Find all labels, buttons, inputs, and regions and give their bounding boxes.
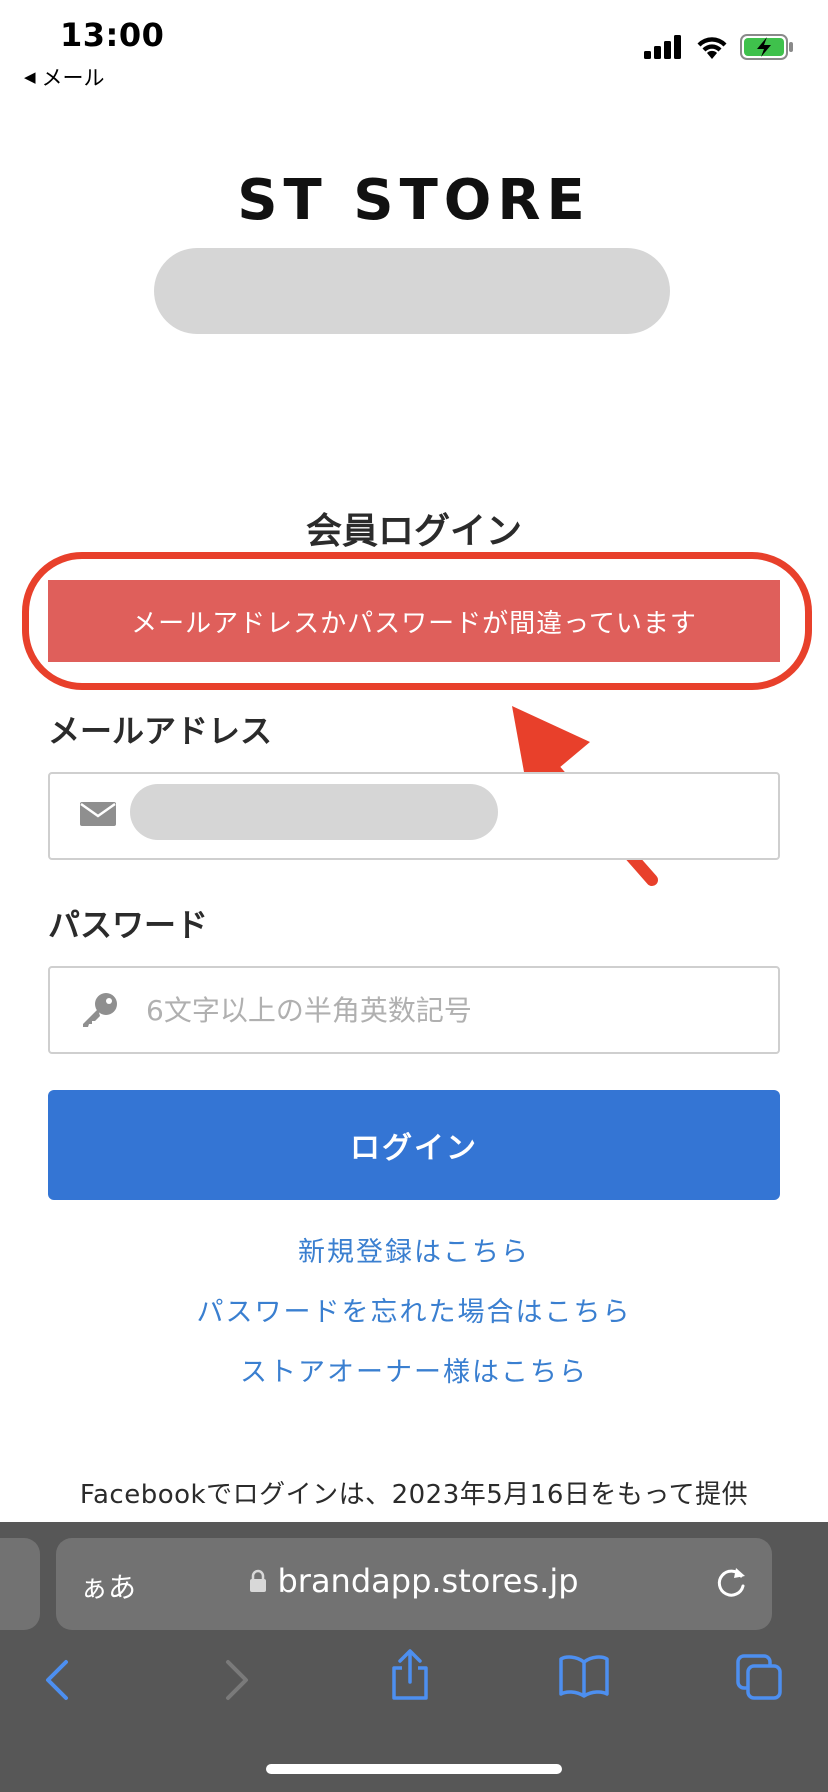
lock-icon (250, 1569, 267, 1592)
signup-link[interactable]: 新規登録はこちら (0, 1230, 828, 1269)
forward-chevron-icon[interactable] (222, 1658, 252, 1702)
bookmarks-icon[interactable] (558, 1654, 610, 1698)
login-button[interactable]: ログイン (48, 1090, 780, 1200)
password-label: パスワード (48, 906, 209, 944)
annotation-arrow-icon (512, 706, 658, 886)
facebook-login-notice: Facebookでログインは、2023年5月16日をもって提供 (79, 1480, 749, 1510)
browser-nav-toolbar (0, 1640, 828, 1720)
back-chevron-icon[interactable] (42, 1658, 72, 1702)
reload-icon[interactable] (714, 1564, 748, 1600)
url-text: brandapp.stores.jp (277, 1562, 579, 1600)
key-icon (83, 993, 117, 1027)
email-field[interactable] (48, 772, 780, 860)
forgot-password-link[interactable]: パスワードを忘れた場合はこちら (0, 1290, 828, 1329)
password-field[interactable] (48, 966, 780, 1054)
store-owner-link[interactable]: ストアオーナー様はこちら (0, 1350, 828, 1389)
tabs-icon[interactable] (736, 1654, 784, 1702)
share-icon[interactable] (388, 1648, 432, 1702)
address-bar[interactable]: ぁあ brandapp.stores.jp (56, 1538, 772, 1630)
url-display: brandapp.stores.jp (56, 1562, 772, 1600)
home-indicator (266, 1764, 562, 1774)
mail-icon (80, 802, 116, 826)
email-value-redacted (130, 784, 498, 840)
password-input[interactable] (146, 968, 746, 1052)
email-label: メールアドレス (48, 712, 273, 750)
previous-tab-preview[interactable] (0, 1538, 40, 1630)
